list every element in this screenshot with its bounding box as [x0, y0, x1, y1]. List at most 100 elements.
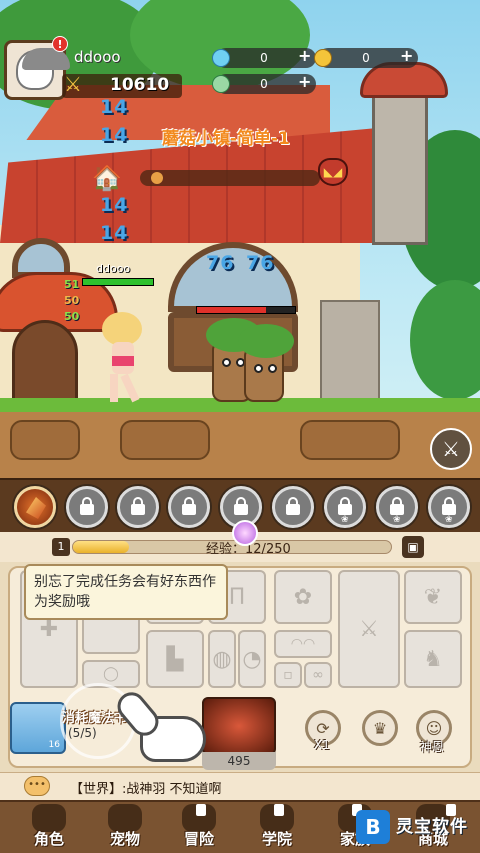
- damage-number: 14: [100, 124, 129, 146]
- earring-icon: ∞: [312, 667, 324, 683]
- lock-icon: [442, 497, 456, 515]
- hero-name-label: ddooo: [96, 262, 131, 275]
- crown-icon: ♛: [372, 718, 388, 738]
- hero-stat: 50: [64, 310, 80, 323]
- skill-slot-locked[interactable]: ❀: [376, 486, 418, 528]
- monster-leaves: [238, 324, 294, 358]
- skill-slot-active[interactable]: [14, 486, 56, 528]
- chat-bubble-icon[interactable]: •••: [24, 776, 50, 796]
- avatar-face: [16, 48, 70, 90]
- currency-value-diamond: 0: [260, 51, 268, 65]
- damage-number: 76: [206, 252, 235, 274]
- lock-icon: [390, 497, 404, 515]
- wing-icon: ❦: [423, 584, 443, 610]
- tree-foliage: [410, 280, 480, 400]
- potion-level: 16: [48, 740, 60, 750]
- currency-value-gold: 0: [362, 51, 370, 65]
- necklace-icon: ✿: [293, 584, 313, 610]
- lock-icon: [234, 497, 248, 515]
- exp-orb-icon: [232, 520, 258, 546]
- hero-leg: [120, 373, 140, 403]
- skill-slot-locked[interactable]: [272, 486, 314, 528]
- blade-icon: ⚔: [359, 616, 379, 642]
- nav-character[interactable]: 角色: [18, 800, 80, 853]
- watermark-text: 灵宝软件: [396, 817, 468, 837]
- stage-progress-marker: [151, 172, 164, 184]
- rock: [120, 420, 210, 460]
- horse-icon: ♞: [423, 646, 443, 672]
- door: [12, 320, 78, 402]
- gem-icon: [212, 75, 230, 93]
- hero-hp-bar: [82, 278, 154, 286]
- mask-icon: ◠◠: [290, 636, 316, 652]
- equip-slot-amulet[interactable]: ▫: [274, 662, 302, 688]
- lock-icon: [131, 497, 145, 515]
- ring-icon: ◯: [103, 666, 119, 682]
- skill-slot-locked[interactable]: [117, 486, 159, 528]
- boots-icon: ▙: [166, 646, 184, 672]
- damage-number: 14: [100, 222, 129, 244]
- tree-monster: [238, 324, 294, 402]
- tutorial-pointer-hand-icon: [111, 686, 214, 770]
- refresh-icon: ⟳: [316, 718, 330, 738]
- equip-slot-necklace[interactable]: ✿: [274, 570, 332, 624]
- damage-number: 76: [246, 252, 275, 274]
- equip-slot-bracer[interactable]: ◍: [208, 630, 236, 688]
- enemy-hp-fill: [197, 307, 266, 313]
- equip-slot-earring[interactable]: ∞: [304, 662, 332, 688]
- damage-number: 14: [100, 194, 129, 216]
- monster-eye: [268, 364, 277, 373]
- sword-power-icon: ⚔: [64, 72, 82, 96]
- equip-slot-mount[interactable]: ♞: [404, 630, 462, 688]
- paw-icon: ❀: [393, 515, 401, 525]
- skill-slot-locked[interactable]: ❀: [428, 486, 470, 528]
- nav-label: 宠物: [109, 830, 140, 848]
- nav-label: 冒险: [183, 830, 214, 848]
- equip-slot-boots[interactable]: ▙: [146, 630, 204, 688]
- refresh-multiplier: X1: [314, 738, 330, 752]
- ground: [0, 398, 480, 478]
- hero-character: [96, 312, 146, 404]
- watermark-logo: B: [356, 810, 390, 844]
- alert-badge: !: [52, 36, 68, 52]
- angel-icon: ☺: [425, 718, 443, 738]
- watermark: B 灵宝软件: [356, 808, 476, 848]
- bag-icon[interactable]: ▣: [402, 536, 424, 558]
- equip-slot-mask[interactable]: ◠◠: [274, 630, 332, 658]
- add-gold-button[interactable]: +: [400, 46, 413, 65]
- gloves-icon: ◔: [242, 646, 262, 672]
- level-badge: 1: [52, 538, 70, 556]
- skill-slot-locked[interactable]: [168, 486, 210, 528]
- auto-battle-button[interactable]: ⚔: [430, 428, 472, 470]
- stage-title: 蘑菇小镇-简单-1: [162, 129, 290, 149]
- currency-value-gem: 0: [260, 77, 268, 91]
- chimney: [372, 95, 428, 245]
- paw-icon: ❀: [341, 515, 349, 525]
- nav-pet[interactable]: 宠物: [94, 800, 156, 853]
- enemy-hp-bar: [196, 306, 296, 314]
- stage-progress-track: [140, 170, 320, 186]
- crown-button[interactable]: ♛: [362, 710, 398, 746]
- skill-slot-locked[interactable]: [66, 486, 108, 528]
- paw-icon: ❀: [445, 515, 453, 525]
- flame-slash-icon: [26, 497, 46, 519]
- lock-icon: [80, 497, 94, 515]
- damage-number: 14: [100, 96, 129, 118]
- rock: [300, 420, 400, 460]
- lock-icon: [286, 497, 300, 515]
- potion-slot[interactable]: 16: [10, 702, 66, 754]
- equip-slot-gloves[interactable]: ◔: [238, 630, 266, 688]
- equip-slot-blade[interactable]: ⚔: [338, 570, 400, 688]
- skill-slot-locked[interactable]: ❀: [324, 486, 366, 528]
- amulet-icon: ▫: [283, 667, 293, 683]
- chat-message[interactable]: 【世界】:战神羽 不知道啊: [70, 778, 222, 797]
- lock-icon: [338, 497, 352, 515]
- lock-icon: [182, 497, 196, 515]
- add-gem-button[interactable]: +: [298, 72, 311, 91]
- add-diamond-button[interactable]: +: [298, 46, 311, 65]
- lock-icon: [274, 804, 284, 816]
- boss-icon[interactable]: ◣◢: [318, 158, 348, 186]
- equip-slot-wing[interactable]: ❦: [404, 570, 462, 624]
- hero-stat: 51: [64, 278, 80, 291]
- home-icon[interactable]: 🏠: [92, 164, 122, 192]
